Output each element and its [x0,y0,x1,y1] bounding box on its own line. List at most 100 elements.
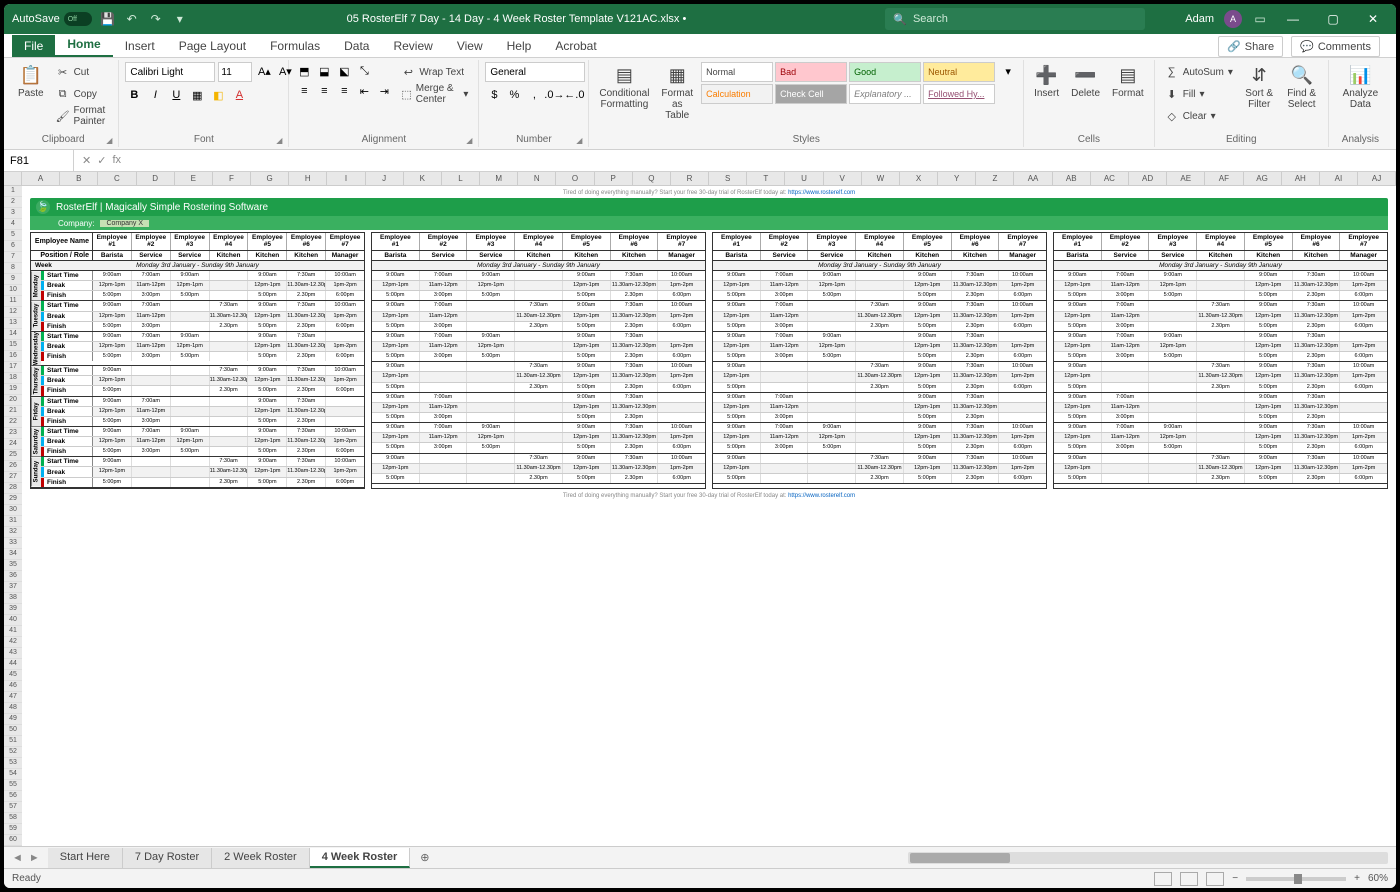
row-header[interactable]: 28 [4,483,22,494]
roster-cell[interactable]: 12pm-1pm [171,281,210,290]
roster-cell[interactable]: 3:00pm [1102,322,1150,331]
roster-cell[interactable]: 12pm-1pm [713,464,761,473]
column-header[interactable]: X [900,172,938,185]
roster-cell[interactable]: 2.30pm [287,417,326,426]
zoom-slider[interactable] [1246,877,1346,881]
roster-cell[interactable] [171,322,210,331]
roster-cell[interactable] [1340,332,1387,341]
roster-cell[interactable] [1149,464,1197,473]
roster-cell[interactable]: 11.30am-12.30pm [952,464,1000,473]
roster-cell[interactable]: 9:00am [563,362,611,371]
number-dialog-icon[interactable]: ◢ [576,136,582,145]
roster-cell[interactable]: 10:00am [326,427,364,436]
roster-cell[interactable]: 6:00pm [1340,352,1387,361]
roster-cell[interactable] [132,478,171,487]
sheet-tab[interactable]: 4 Week Roster [310,848,411,868]
row-header[interactable]: 21 [4,406,22,417]
roster-cell[interactable]: 6:00pm [658,383,705,392]
paste-button[interactable]: 📋 Paste [14,62,48,101]
roster-cell[interactable]: 1pm-2pm [326,342,364,351]
percent-button[interactable]: % [505,86,523,104]
roster-cell[interactable] [210,407,249,416]
roster-cell[interactable] [420,464,468,473]
roster-cell[interactable]: 7:30am [1293,271,1341,280]
roster-cell[interactable]: 5:00pm [904,383,952,392]
undo-icon[interactable]: ↶ [124,11,140,27]
roster-cell[interactable]: 1pm-2pm [326,312,364,321]
worksheet-grid[interactable]: Tired of doing everything manually? Star… [22,186,1396,846]
roster-cell[interactable] [171,407,210,416]
roster-cell[interactable]: 12pm-1pm [93,437,132,446]
close-button[interactable]: ✕ [1358,4,1388,34]
column-header[interactable]: A [22,172,60,185]
column-header[interactable]: AA [1014,172,1052,185]
roster-cell[interactable]: 9:00am [713,393,761,402]
roster-cell[interactable]: 7:30am [952,423,1000,432]
column-header[interactable]: G [251,172,289,185]
roster-cell[interactable] [171,386,210,395]
roster-cell[interactable]: 7:30am [952,393,1000,402]
roster-cell[interactable] [761,372,809,381]
roster-cell[interactable] [210,271,249,280]
row-header[interactable]: 51 [4,736,22,747]
roster-cell[interactable]: 5:00pm [93,478,132,487]
roster-cell[interactable]: 12pm-1pm [563,312,611,321]
roster-cell[interactable] [210,427,249,436]
style-explanatory[interactable]: Explanatory ... [849,84,921,104]
roster-cell[interactable]: 2.30pm [611,383,659,392]
roster-cell[interactable]: 9:00am [904,271,952,280]
roster-cell[interactable]: 5:00pm [1054,322,1102,331]
name-box[interactable]: F81 [4,150,74,171]
roster-cell[interactable]: 5:00pm [248,291,287,300]
roster-cell[interactable] [515,281,563,290]
roster-cell[interactable]: 5:00pm [563,474,611,483]
roster-cell[interactable]: 11.30am-12.30pm [287,467,326,476]
page-break-view-button[interactable] [1206,872,1224,886]
roster-cell[interactable] [856,393,904,402]
roster-cell[interactable] [1197,291,1245,300]
roster-cell[interactable] [1197,423,1245,432]
roster-cell[interactable] [1149,383,1197,392]
roster-cell[interactable]: 5:00pm [904,443,952,452]
font-color-button[interactable]: A [230,86,248,104]
roster-cell[interactable] [1197,342,1245,351]
roster-cell[interactable]: 12pm-1pm [904,403,952,412]
roster-cell[interactable]: 11am-12pm [132,342,171,351]
roster-cell[interactable]: 7:30am [611,271,659,280]
roster-cell[interactable]: 3:00pm [1102,443,1150,452]
roster-cell[interactable]: 5:00pm [1245,413,1293,422]
roster-cell[interactable]: 9:00am [171,427,210,436]
search-box[interactable]: 🔍 Search [885,8,1145,30]
roster-cell[interactable]: 12pm-1pm [1245,312,1293,321]
roster-cell[interactable]: 5:00pm [1054,383,1102,392]
roster-cell[interactable]: 9:00am [372,301,420,310]
roster-cell[interactable]: 10:00am [658,362,705,371]
roster-cell[interactable]: 7:30am [515,301,563,310]
roster-cell[interactable]: 9:00am [248,366,287,375]
roster-cell[interactable]: 5:00pm [1054,474,1102,483]
roster-cell[interactable]: 5:00pm [93,447,132,456]
roster-cell[interactable] [171,312,210,321]
column-header[interactable]: P [595,172,633,185]
roster-cell[interactable]: 7:30am [287,427,326,436]
row-header[interactable]: 32 [4,527,22,538]
roster-cell[interactable]: 9:00am [93,271,132,280]
clipboard-dialog-icon[interactable]: ◢ [106,136,112,145]
row-header[interactable]: 18 [4,373,22,384]
roster-cell[interactable]: 11.30am-12.30pm [210,376,249,385]
column-headers[interactable]: ABCDEFGHIJKLMNOPQRSTUVWXYZAAABACADAEAFAG… [4,172,1396,186]
roster-cell[interactable]: 3:00pm [132,352,171,361]
increase-decimal-button[interactable]: .0→ [545,86,563,104]
row-header[interactable]: 2 [4,197,22,208]
roster-cell[interactable]: 12pm-1pm [171,437,210,446]
roster-cell[interactable]: 9:00am [904,301,952,310]
roster-cell[interactable]: 5:00pm [713,383,761,392]
ribbon-display-icon[interactable]: ▭ [1252,11,1268,27]
roster-cell[interactable] [171,301,210,310]
roster-cell[interactable]: 5:00pm [93,386,132,395]
roster-cell[interactable]: 6:00pm [326,478,364,487]
row-header[interactable]: 39 [4,604,22,615]
roster-cell[interactable]: 7:30am [952,301,1000,310]
roster-cell[interactable]: 5:00pm [808,443,856,452]
tab-acrobat[interactable]: Acrobat [543,35,608,57]
